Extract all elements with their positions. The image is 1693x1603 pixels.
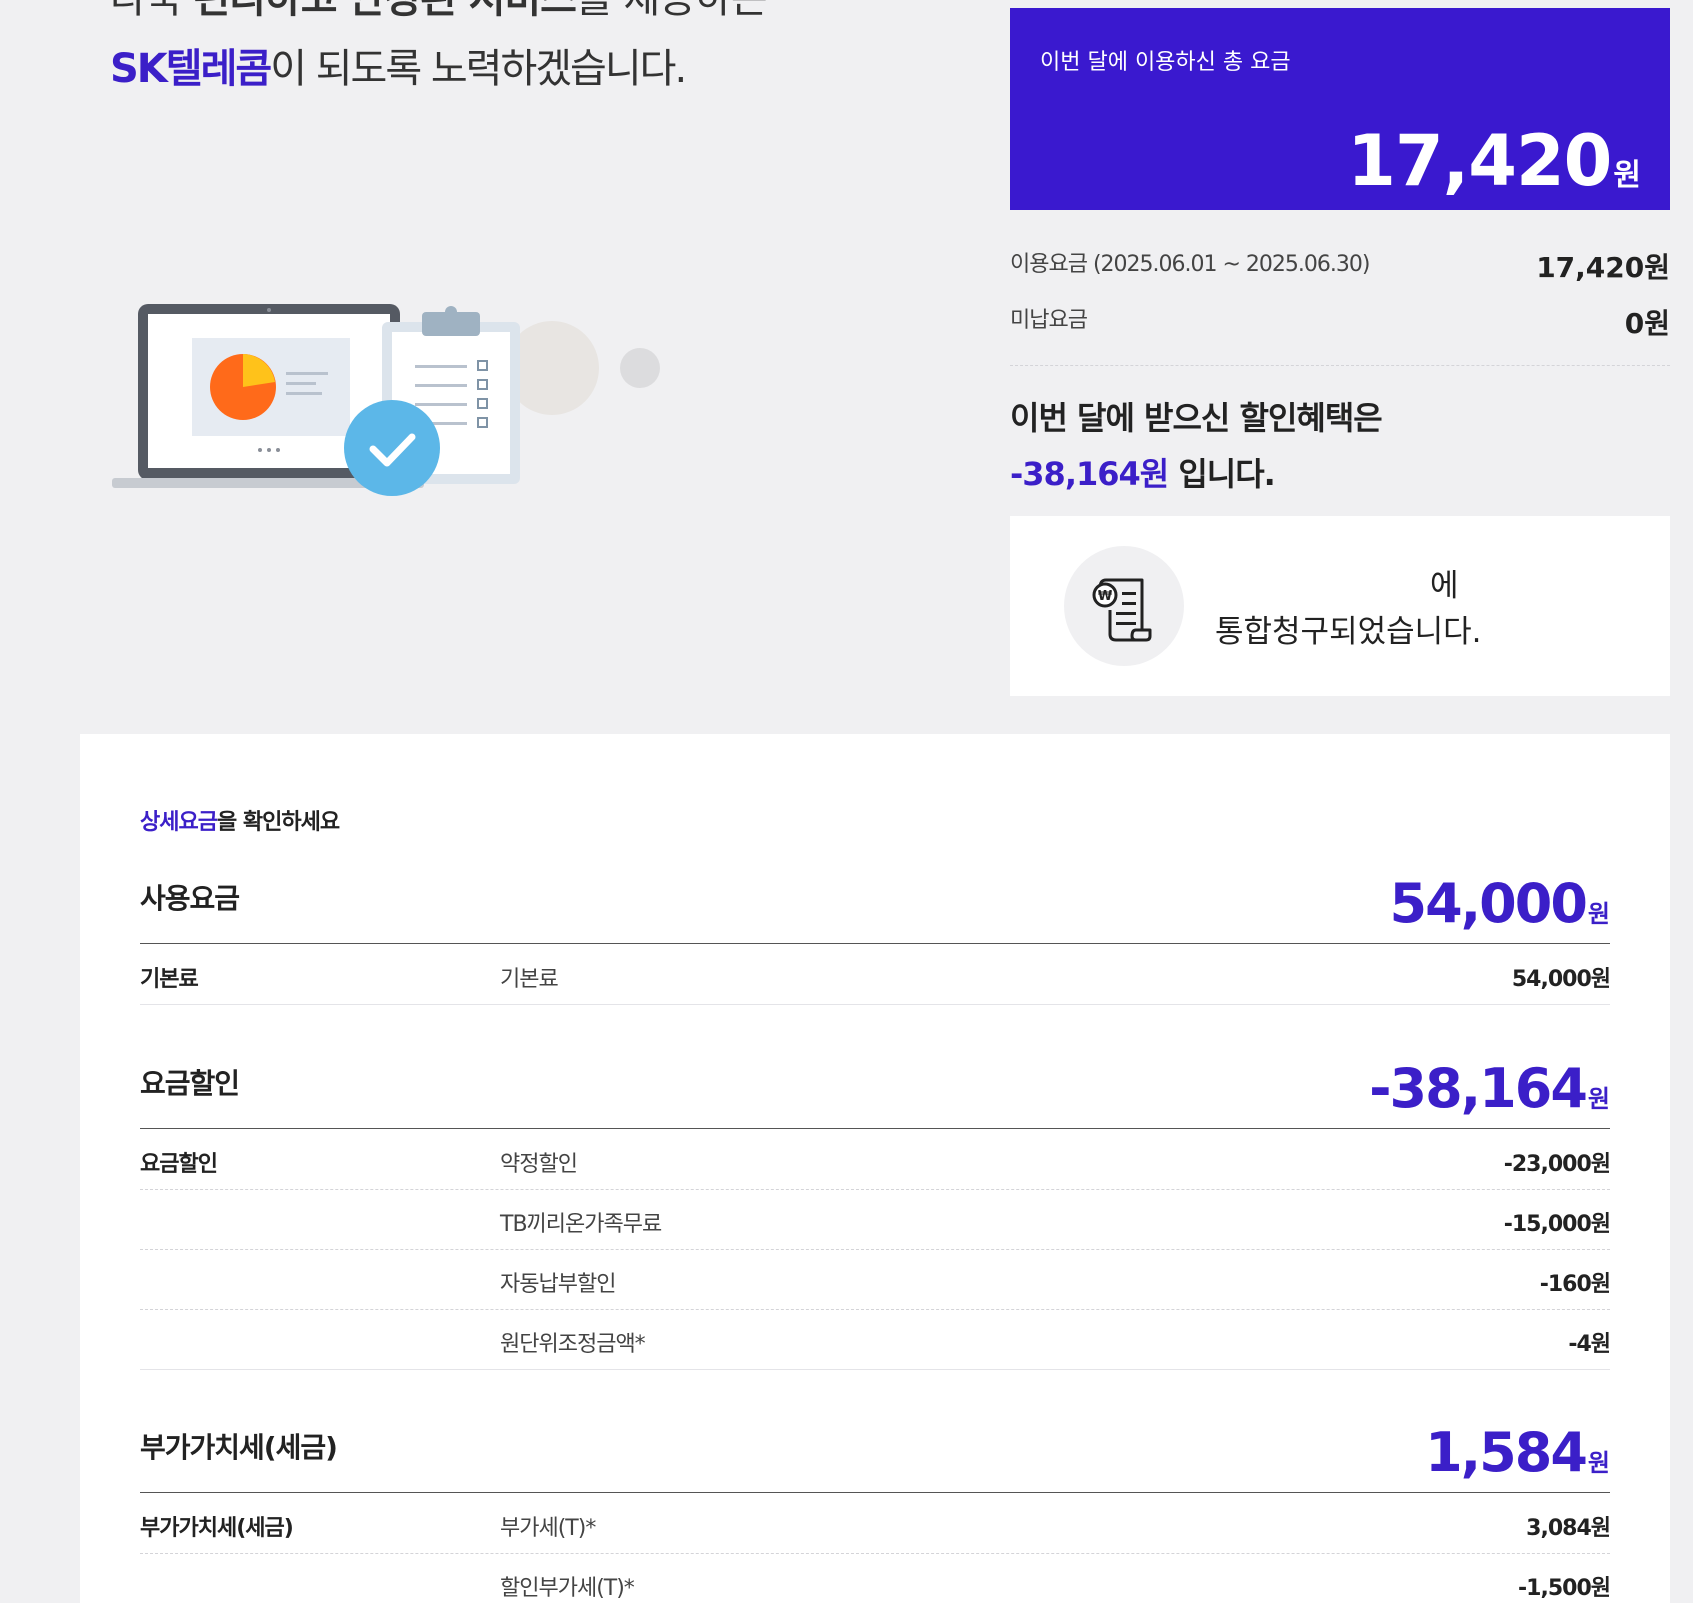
hero-text bbox=[337, 0, 349, 22]
section-name: 사용요금 bbox=[140, 882, 240, 915]
table-row: TB끼리온가족무료 -15,000원 bbox=[140, 1190, 1611, 1250]
integrated-billing-notice: ₩ 에 통합청구되었습니다. bbox=[1010, 516, 1670, 696]
notice-line-2: 통합청구되었습니다. bbox=[1215, 614, 1482, 650]
benefit-amount-line: -38,164원 입니다. bbox=[1010, 446, 1382, 502]
detail-charges-panel: 상세요금을 확인하세요 사용요금 54,000원 기본료 기본료 54,000원… bbox=[80, 734, 1670, 1603]
detail-title-rest: 을 확인하세요 bbox=[216, 810, 340, 835]
hero-line: SK텔레콤이 되도록 노력하겠습니다. bbox=[110, 36, 687, 94]
total-charge-amount: 17,420원 bbox=[1347, 120, 1641, 202]
row-item: 원단위조정금액* bbox=[500, 1332, 646, 1357]
divider bbox=[1010, 365, 1670, 366]
currency-unit: 원 bbox=[1613, 158, 1641, 193]
detail-title-accent: 상세요금 bbox=[140, 810, 218, 835]
hero-text: 를 제공하는 bbox=[576, 0, 768, 22]
won-receipt-icon-wrap: ₩ bbox=[1064, 546, 1184, 666]
section-amount: -38,164원 bbox=[1369, 1057, 1610, 1120]
notice-line-1: 에 bbox=[1430, 568, 1459, 604]
benefit-suffix: 입니다. bbox=[1168, 455, 1275, 493]
row-group: 기본료 bbox=[140, 967, 199, 992]
total-charge-value: 17,420 bbox=[1347, 120, 1612, 202]
section-header-usage: 사용요금 54,000원 bbox=[140, 872, 1610, 944]
table-row: 자동납부할인 -160원 bbox=[140, 1250, 1611, 1310]
usage-fee-value: 17,420원 bbox=[1536, 251, 1670, 284]
row-value: 3,084원 bbox=[1526, 1516, 1611, 1541]
unpaid-fee-label: 미납요금 bbox=[1010, 308, 1088, 333]
svg-text:₩: ₩ bbox=[1098, 589, 1113, 604]
row-group: 부가가치세(세금) bbox=[140, 1516, 294, 1541]
row-item: 기본료 bbox=[500, 967, 559, 992]
total-charge-card: 이번 달에 이용하신 총 요금 17,420원 bbox=[1010, 8, 1670, 210]
section-amount: 1,584원 bbox=[1425, 1421, 1610, 1484]
row-item: 자동납부할인 bbox=[500, 1272, 616, 1297]
section-header-vat: 부가가치세(세금) 1,584원 bbox=[140, 1421, 1610, 1493]
won-receipt-icon: ₩ bbox=[1092, 578, 1152, 642]
table-row: 부가가치세(세금) 부가세(T)* 3,084원 bbox=[140, 1494, 1611, 1554]
hero-bold-text: 안정된 서비스 bbox=[348, 0, 577, 22]
currency-unit: 원 bbox=[1587, 1449, 1610, 1477]
currency-unit: 원 bbox=[1587, 1085, 1610, 1113]
row-value: -15,000원 bbox=[1503, 1212, 1611, 1237]
hero-bold-text: 편리하고 bbox=[193, 0, 337, 22]
discount-benefit-summary: 이번 달에 받으신 할인혜택은 -38,164원 입니다. bbox=[1010, 390, 1383, 502]
bill-illustration bbox=[112, 304, 660, 496]
section-amount-value: 54,000 bbox=[1389, 872, 1588, 935]
currency-unit: 원 bbox=[1587, 900, 1610, 928]
unpaid-fee-value: 0원 bbox=[1624, 307, 1670, 340]
row-item: 할인부가세(T)* bbox=[500, 1576, 635, 1601]
benefit-line: 이번 달에 받으신 할인혜택은 bbox=[1010, 399, 1383, 437]
detail-title: 상세요금을 확인하세요 bbox=[140, 804, 340, 836]
row-value: -4원 bbox=[1568, 1332, 1611, 1357]
section-amount-value: -38,164 bbox=[1369, 1057, 1588, 1120]
brand-name: SK텔레콤 bbox=[110, 46, 272, 92]
table-row: 원단위조정금액* -4원 bbox=[140, 1310, 1611, 1370]
hero-text: 다국 bbox=[110, 0, 193, 22]
row-value: -23,000원 bbox=[1503, 1152, 1611, 1177]
check-icon bbox=[344, 400, 440, 496]
section-name: 요금할인 bbox=[140, 1067, 240, 1100]
hero-text: 이 되도록 노력하겠습니다. bbox=[270, 46, 687, 92]
table-row: 할인부가세(T)* -1,500원 bbox=[140, 1554, 1611, 1603]
benefit-amount: -38,164원 bbox=[1010, 455, 1169, 493]
row-item: 부가세(T)* bbox=[500, 1516, 596, 1541]
row-item: TB끼리온가족무료 bbox=[500, 1212, 662, 1237]
row-group: 요금할인 bbox=[140, 1152, 218, 1177]
table-row: 요금할인 약정할인 -23,000원 bbox=[140, 1130, 1611, 1190]
section-name: 부가가치세(세금) bbox=[140, 1431, 338, 1464]
hero-clipped-line: 다국 편리하고 안정된 서비스를 제공하는 bbox=[110, 0, 768, 24]
row-item: 약정할인 bbox=[500, 1152, 578, 1177]
section-header-discount: 요금할인 -38,164원 bbox=[140, 1057, 1610, 1129]
section-amount-value: 1,584 bbox=[1425, 1421, 1588, 1484]
deco-circle-small bbox=[620, 348, 660, 388]
usage-fee-label: 이용요금 (2025.06.01 ~ 2025.06.30) bbox=[1010, 252, 1370, 277]
row-value: -160원 bbox=[1539, 1272, 1611, 1297]
total-charge-label: 이번 달에 이용하신 총 요금 bbox=[1040, 50, 1291, 75]
table-row: 기본료 기본료 54,000원 bbox=[140, 945, 1611, 1005]
unpaid-fee-row: 미납요금 0원 bbox=[1010, 302, 1670, 342]
section-amount: 54,000원 bbox=[1390, 872, 1610, 935]
row-value: -1,500원 bbox=[1518, 1576, 1611, 1601]
usage-fee-row: 이용요금 (2025.06.01 ~ 2025.06.30) 17,420원 bbox=[1010, 246, 1670, 286]
row-value: 54,000원 bbox=[1511, 967, 1611, 992]
